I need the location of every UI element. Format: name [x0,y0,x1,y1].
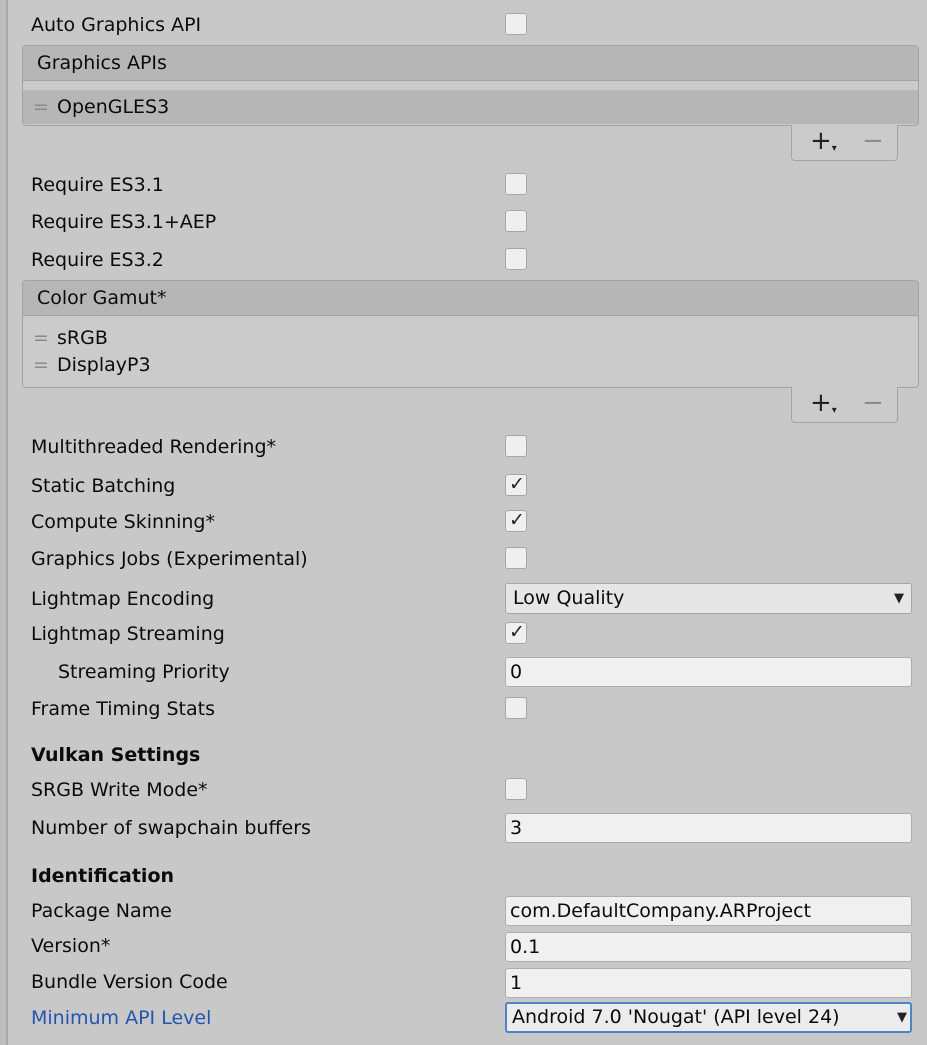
minimum-api-level-value: Android 7.0 'Nougat' (API level 24) [512,1006,840,1028]
list-item[interactable]: = sRGB [23,325,918,352]
dropdown-arrow-icon: ▼ [894,591,904,606]
lightmap-encoding-label: Lightmap Encoding [31,588,215,610]
identification-heading: Identification [31,865,175,887]
require-es32-label: Require ES3.2 [31,249,164,271]
lightmap-streaming-label: Lightmap Streaming [31,623,225,645]
static-batching-checkbox[interactable]: ✓ [505,473,527,496]
drag-handle-icon[interactable]: = [33,325,57,352]
frame-timing-stats-label: Frame Timing Stats [31,698,215,720]
frame-timing-stats-checkbox[interactable] [505,697,527,719]
graphics-apis-header: Graphics APIs [23,46,918,81]
vulkan-settings-heading: Vulkan Settings [31,744,201,766]
plus-icon: + [810,388,832,418]
lightmap-streaming-checkbox[interactable]: ✓ [505,621,527,644]
minimum-api-level-label[interactable]: Minimum API Level [31,1006,211,1030]
graphics-apis-list: Graphics APIs = OpenGLES3 [22,45,919,126]
srgb-write-mode-label: SRGB Write Mode* [31,779,208,801]
color-gamut-header: Color Gamut* [23,281,918,316]
auto-graphics-api-checkbox[interactable] [505,13,527,35]
color-gamut-list: Color Gamut* = sRGB = DisplayP3 [22,280,919,388]
compute-skinning-checkbox[interactable]: ✓ [505,509,527,532]
plus-icon: + [810,126,832,156]
package-name-label: Package Name [31,900,172,922]
add-graphics-api-button[interactable]: +▾ [810,127,837,161]
checkmark-icon: ✓ [509,621,525,643]
package-name-field[interactable]: com.DefaultCompany.ARProject [505,896,912,926]
bundle-version-code-field[interactable]: 1 [505,968,912,998]
graphics-jobs-label: Graphics Jobs (Experimental) [31,548,308,570]
list-item[interactable]: = OpenGLES3 [23,90,918,124]
compute-skinning-label: Compute Skinning* [31,511,215,533]
color-gamut-footer: +▾ − [791,387,898,423]
srgb-write-mode-checkbox[interactable] [505,778,527,800]
graphics-jobs-checkbox[interactable] [505,547,527,569]
left-panel-edge [0,0,8,1045]
graphics-apis-footer: +▾ − [791,125,898,161]
remove-color-gamut-button[interactable]: − [862,389,884,417]
drag-handle-icon[interactable]: = [33,90,57,124]
lightmap-encoding-dropdown[interactable]: Low Quality ▼ [505,583,912,614]
require-es31-aep-label: Require ES3.1+AEP [31,211,217,233]
dropdown-caret-icon: ▾ [831,143,837,154]
require-es31-label: Require ES3.1 [31,174,164,196]
lightmap-encoding-value: Low Quality [513,587,625,609]
streaming-priority-label: Streaming Priority [58,661,230,683]
graphics-api-item-label: OpenGLES3 [57,96,170,118]
drag-handle-icon[interactable]: = [33,352,57,379]
remove-graphics-api-button[interactable]: − [862,127,884,155]
require-es31-aep-checkbox[interactable] [505,210,527,232]
multithreaded-rendering-checkbox[interactable] [505,435,527,457]
checkmark-icon: ✓ [509,473,525,495]
require-es31-checkbox[interactable] [505,173,527,195]
color-gamut-item-label: DisplayP3 [57,354,151,376]
streaming-priority-field[interactable]: 0 [505,657,912,687]
require-es32-checkbox[interactable] [505,248,527,270]
add-color-gamut-button[interactable]: +▾ [810,389,837,423]
version-label: Version* [31,935,111,957]
auto-graphics-api-label: Auto Graphics API [31,14,202,36]
version-field[interactable]: 0.1 [505,932,912,962]
list-item[interactable]: = DisplayP3 [23,352,918,379]
minimum-api-level-dropdown[interactable]: Android 7.0 'Nougat' (API level 24) ▼ [505,1002,912,1033]
swapchain-buffers-label: Number of swapchain buffers [31,817,311,839]
dropdown-caret-icon: ▾ [831,405,837,416]
dropdown-arrow-icon: ▼ [897,1010,907,1025]
checkmark-icon: ✓ [509,509,525,531]
player-settings-panel: Auto Graphics API Graphics APIs = OpenGLE… [0,0,927,1045]
swapchain-buffers-field[interactable]: 3 [505,813,912,843]
static-batching-label: Static Batching [31,475,176,497]
color-gamut-item-label: sRGB [57,327,108,349]
multithreaded-rendering-label: Multithreaded Rendering* [31,436,277,458]
bundle-version-code-label: Bundle Version Code [31,971,228,993]
